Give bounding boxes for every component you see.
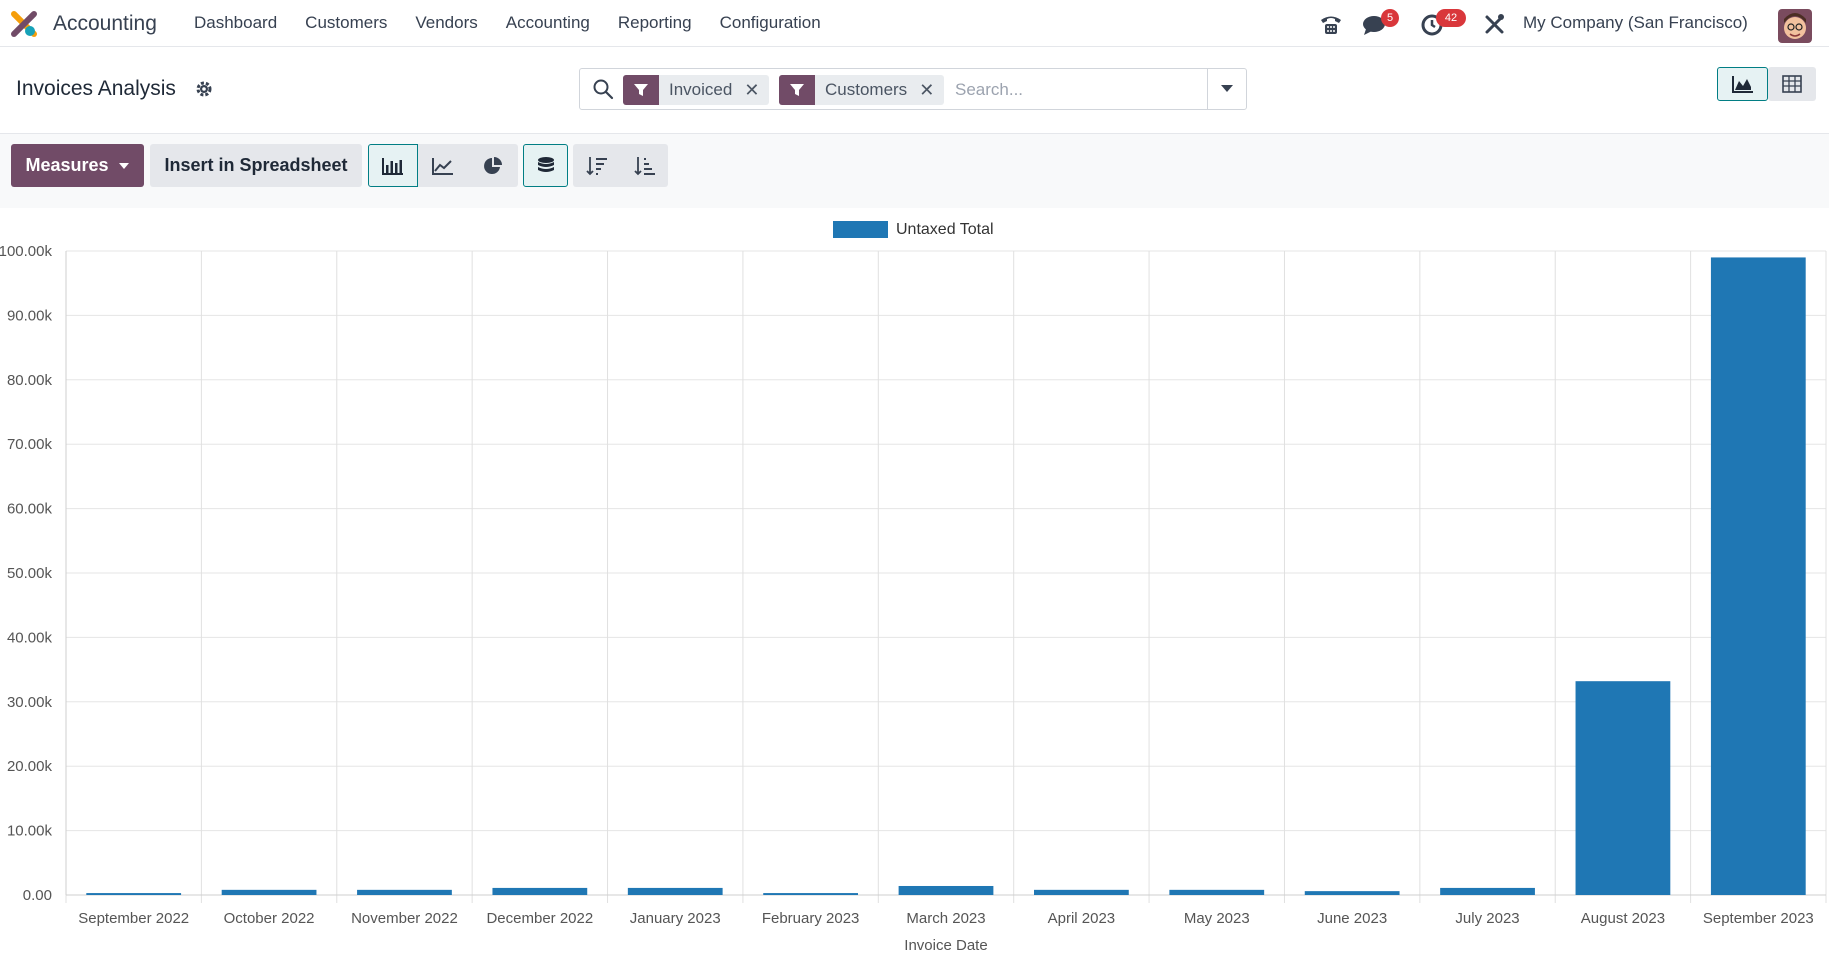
search-options-toggle[interactable] (1207, 69, 1246, 109)
bar-chart-icon (382, 157, 403, 175)
bar (898, 885, 994, 895)
sort-ascending-icon (633, 156, 655, 175)
x-tick-label: October 2022 (224, 910, 315, 927)
facet-label: Customers (825, 80, 908, 99)
bar (763, 893, 858, 895)
chart-area: Untaxed Total 0.00 10.00k 20.00k 30.00k 40.00… (0, 209, 1829, 954)
facet-remove-button[interactable]: ✕ (744, 80, 769, 101)
x-tick-label: June 2023 (1317, 910, 1387, 927)
x-tick-label: December 2022 (486, 910, 593, 927)
y-tick-label: 30.00k (7, 694, 53, 711)
user-avatar[interactable] (1778, 9, 1812, 43)
y-tick-label: 50.00k (7, 565, 53, 582)
x-tick-label: March 2023 (906, 910, 985, 927)
stacked-button[interactable] (523, 144, 568, 187)
menu-reporting[interactable]: Reporting (618, 0, 692, 46)
bar (1169, 889, 1265, 895)
insert-spreadsheet-button[interactable]: Insert in Spreadsheet (150, 144, 362, 187)
bar (1710, 257, 1806, 895)
y-tick-label: 100.00k (0, 243, 52, 260)
filter-icon (623, 75, 659, 105)
bar (221, 889, 317, 895)
bar (492, 887, 588, 895)
main-menu: Dashboard Customers Vendors Accounting R… (194, 0, 849, 46)
tools-icon[interactable] (1482, 12, 1508, 36)
table-icon (1782, 75, 1802, 93)
x-axis-label: Invoice Date (904, 937, 987, 952)
search-icon[interactable] (592, 78, 614, 100)
x-tick-label: January 2023 (630, 910, 721, 927)
facet-label: Invoiced (669, 80, 733, 99)
top-navbar: Accounting Dashboard Customers Vendors A… (0, 0, 1829, 47)
page-title: Invoices Analysis (16, 77, 176, 100)
legend-label: Untaxed Total (896, 221, 994, 238)
line-chart-icon (432, 157, 453, 175)
bar (357, 889, 452, 895)
search-bar: Invoiced ✕ Customers ✕ (579, 68, 1247, 110)
x-tick-label: May 2023 (1184, 910, 1250, 927)
phone-icon[interactable] (1318, 12, 1344, 36)
facet-customers: Customers ✕ (779, 75, 945, 105)
filter-icon (779, 75, 815, 105)
caret-down-icon (118, 162, 129, 169)
y-tick-label: 40.00k (7, 629, 53, 646)
bar-chart-button[interactable] (368, 144, 418, 187)
line-chart-button[interactable] (418, 144, 468, 187)
y-tick-label: 60.00k (7, 501, 53, 518)
bar (1034, 889, 1129, 895)
y-tick-label: 90.00k (7, 307, 53, 324)
messages-badge: 5 (1381, 9, 1399, 27)
y-tick-label: 80.00k (7, 372, 53, 389)
measures-label: Measures (25, 155, 109, 175)
bar (86, 893, 182, 895)
graph-toolbar: Measures Insert in Spreadsheet (0, 134, 1829, 208)
facet-remove-button[interactable]: ✕ (919, 80, 944, 101)
menu-accounting[interactable]: Accounting (506, 0, 590, 46)
company-switcher[interactable]: My Company (San Francisco) (1523, 13, 1748, 33)
y-tick-label: 20.00k (7, 758, 53, 775)
x-tick-label: November 2022 (351, 910, 458, 927)
sort-descending-icon (586, 156, 607, 175)
bar (1440, 887, 1535, 895)
app-title[interactable]: Accounting (53, 12, 157, 36)
activities-badge: 42 (1436, 9, 1466, 27)
facet-invoiced: Invoiced ✕ (623, 75, 770, 105)
sort-descending-button[interactable] (573, 144, 621, 187)
x-tick-label: February 2023 (762, 910, 860, 927)
y-tick-label: 0.00 (23, 887, 52, 904)
control-panel: Invoices Analysis Invoiced ✕ Customers ✕ (0, 47, 1829, 134)
pivot-view-button[interactable] (1768, 67, 1816, 101)
graph-view-button[interactable] (1717, 67, 1768, 101)
x-tick-label: July 2023 (1455, 910, 1519, 927)
menu-customers[interactable]: Customers (305, 0, 387, 46)
legend-swatch (833, 221, 888, 238)
area-chart-icon (1731, 76, 1753, 93)
x-tick-label: April 2023 (1048, 910, 1116, 927)
y-tick-label: 70.00k (7, 436, 53, 453)
database-icon (537, 156, 554, 172)
app-logo-icon[interactable] (10, 10, 38, 38)
pie-chart-button[interactable] (468, 144, 518, 187)
bar (1575, 681, 1671, 895)
bar-chart: Untaxed Total 0.00 10.00k 20.00k 30.00k 40.00… (0, 221, 1827, 954)
caret-down-icon (1221, 85, 1233, 92)
pie-chart-icon (484, 156, 502, 174)
x-tick-label: September 2022 (78, 910, 189, 927)
menu-dashboard[interactable]: Dashboard (194, 0, 277, 46)
measures-button[interactable]: Measures (11, 144, 144, 187)
search-input[interactable] (953, 75, 1202, 105)
menu-vendors[interactable]: Vendors (415, 0, 477, 46)
gear-icon[interactable] (195, 80, 213, 98)
y-tick-label: 10.00k (7, 823, 53, 840)
x-tick-label: September 2023 (1703, 910, 1814, 927)
bar (627, 887, 723, 895)
x-tick-label: August 2023 (1581, 910, 1665, 927)
bar (1304, 891, 1400, 895)
sort-ascending-button[interactable] (621, 144, 668, 187)
menu-configuration[interactable]: Configuration (720, 0, 821, 46)
